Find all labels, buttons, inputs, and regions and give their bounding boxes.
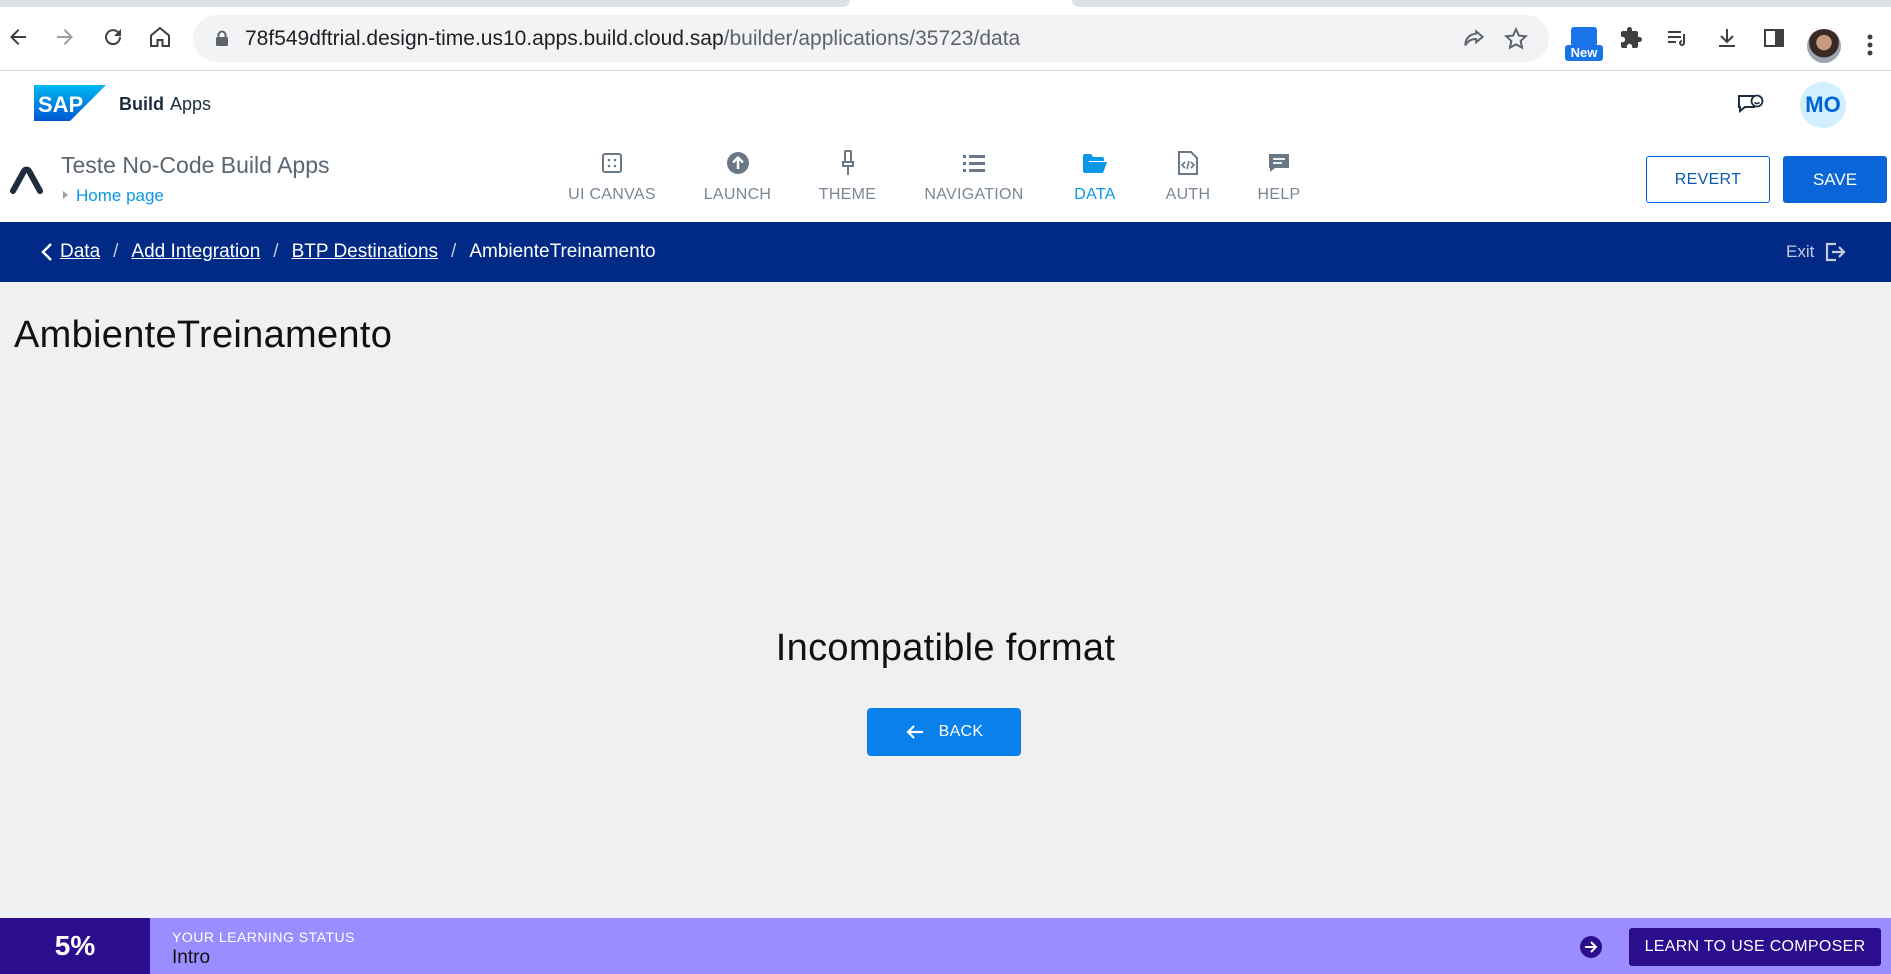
feedback-icon[interactable]	[1736, 93, 1764, 119]
home-icon	[150, 26, 170, 47]
back-button[interactable]: BACK	[867, 708, 1021, 756]
brush-icon	[835, 150, 861, 176]
page-title: AmbienteTreinamento	[14, 314, 393, 356]
product-suffix: Apps	[170, 94, 212, 114]
forward-arrow-icon	[57, 29, 73, 45]
browser-tabstrip	[0, 0, 1891, 8]
learning-level: Intro	[172, 947, 211, 968]
breadcrumb-data[interactable]: Data	[60, 241, 100, 263]
product-name: Build Apps	[119, 94, 211, 115]
inactive-tab-right[interactable]	[1072, 0, 1891, 7]
nav-label: HELP	[1257, 186, 1301, 203]
back-button[interactable]	[3, 22, 33, 52]
app-name: Teste No-Code Build Apps	[61, 152, 330, 178]
breadcrumb-current: AmbienteTreinamento	[469, 241, 656, 262]
back-button-label: BACK	[938, 723, 984, 740]
nav-label: UI CANVAS	[568, 186, 656, 203]
forward-button[interactable]	[50, 22, 80, 52]
reload-icon	[105, 29, 122, 46]
breadcrumb-btp-destinations[interactable]: BTP Destinations	[292, 241, 438, 263]
breadcrumb-add-integration[interactable]: Add Integration	[131, 241, 260, 263]
learning-caption: YOUR LEARNING STATUS	[172, 929, 355, 945]
share-icon[interactable]	[1461, 26, 1487, 52]
side-panel-icon	[1764, 29, 1784, 47]
shell-header: SAP Build Apps MO	[0, 71, 1891, 136]
nav-label: DATA	[1074, 186, 1116, 203]
nav-navigation[interactable]: NAVIGATION	[920, 150, 1028, 210]
save-button[interactable]: SAVE	[1783, 156, 1887, 203]
nav-ui-canvas[interactable]: UI CANVAS	[567, 150, 657, 210]
upload-icon	[725, 150, 751, 176]
kebab-icon[interactable]	[1860, 30, 1880, 60]
incompatible-format-message: Incompatible format	[775, 627, 1116, 669]
code-file-icon	[1175, 150, 1201, 176]
breadcrumb-bar: Data / Add Integration / BTP Destination…	[0, 222, 1891, 282]
composer-header: Teste No-Code Build Apps Home page UI CA…	[0, 136, 1891, 222]
chat-icon	[1266, 150, 1292, 176]
media-icon	[1668, 31, 1685, 46]
nav-theme[interactable]: THEME	[815, 150, 880, 210]
app-logo-icon	[10, 166, 43, 194]
nav-label: LAUNCH	[703, 186, 772, 203]
nav-label: NAVIGATION	[924, 186, 1024, 203]
svg-text:SAP: SAP	[38, 92, 83, 117]
url-path: /builder/applications/35723/data	[723, 27, 1021, 50]
side-panel-button[interactable]	[1759, 23, 1789, 53]
exit-button[interactable]: Exit	[1786, 241, 1846, 263]
inactive-tab-left[interactable]	[0, 0, 850, 7]
extension-new-badge[interactable]: New	[1565, 27, 1603, 67]
breadcrumb-separator: /	[113, 241, 119, 262]
chevron-left-icon[interactable]	[40, 242, 54, 262]
nav-label: AUTH	[1165, 186, 1211, 203]
main-content: AmbienteTreinamento Incompatible format …	[0, 282, 1891, 918]
download-icon	[1719, 29, 1735, 47]
breadcrumb-separator: /	[273, 241, 279, 262]
breadcrumb: Data / Add Integration / BTP Destination…	[40, 241, 656, 263]
nav-label: THEME	[818, 186, 877, 203]
reload-button[interactable]	[98, 22, 128, 52]
exit-icon	[1826, 242, 1846, 262]
address-bar[interactable]: 78f549dftrial.design-time.us10.apps.buil…	[193, 15, 1549, 62]
lock-icon	[216, 30, 228, 46]
nav-launch[interactable]: LAUNCH	[700, 150, 775, 210]
learn-composer-button[interactable]: LEARN TO USE COMPOSER	[1629, 928, 1881, 966]
sap-logo[interactable]: SAP	[34, 85, 106, 121]
browser-profile-avatar[interactable]	[1807, 29, 1841, 63]
download-button[interactable]	[1712, 23, 1742, 53]
media-button[interactable]	[1662, 23, 1692, 53]
nav-data[interactable]: DATA	[1069, 150, 1121, 210]
home-button[interactable]	[145, 22, 175, 52]
browser-toolbar: 78f549dftrial.design-time.us10.apps.buil…	[0, 8, 1891, 71]
learning-status-bar: 5% YOUR LEARNING STATUS Intro LEARN TO U…	[0, 918, 1891, 974]
url-host: 78f549dftrial.design-time.us10.apps.buil…	[245, 27, 724, 50]
product-bold: Build	[119, 94, 164, 114]
current-page-selector[interactable]: Home page	[63, 186, 164, 206]
star-icon[interactable]	[1503, 26, 1529, 52]
arrow-right-circle-icon[interactable]	[1579, 935, 1603, 959]
arrow-left-icon	[906, 725, 923, 739]
extension-icon	[1571, 27, 1597, 47]
breadcrumb-separator: /	[451, 241, 457, 262]
learning-percent: 5%	[0, 918, 150, 974]
nav-help[interactable]: HELP	[1254, 150, 1304, 210]
puzzle-icon	[1621, 27, 1642, 48]
folder-open-icon	[1082, 150, 1108, 176]
list-icon	[961, 150, 987, 176]
url-text: 78f549dftrial.design-time.us10.apps.buil…	[245, 28, 1020, 50]
user-avatar[interactable]: MO	[1800, 82, 1846, 128]
extensions-button[interactable]	[1616, 23, 1646, 53]
nav-auth[interactable]: AUTH	[1163, 150, 1213, 210]
back-arrow-icon	[10, 29, 26, 45]
canvas-icon	[599, 150, 625, 176]
revert-button[interactable]: REVERT	[1646, 156, 1770, 203]
new-badge-label: New	[1565, 45, 1603, 61]
exit-label: Exit	[1786, 242, 1815, 261]
